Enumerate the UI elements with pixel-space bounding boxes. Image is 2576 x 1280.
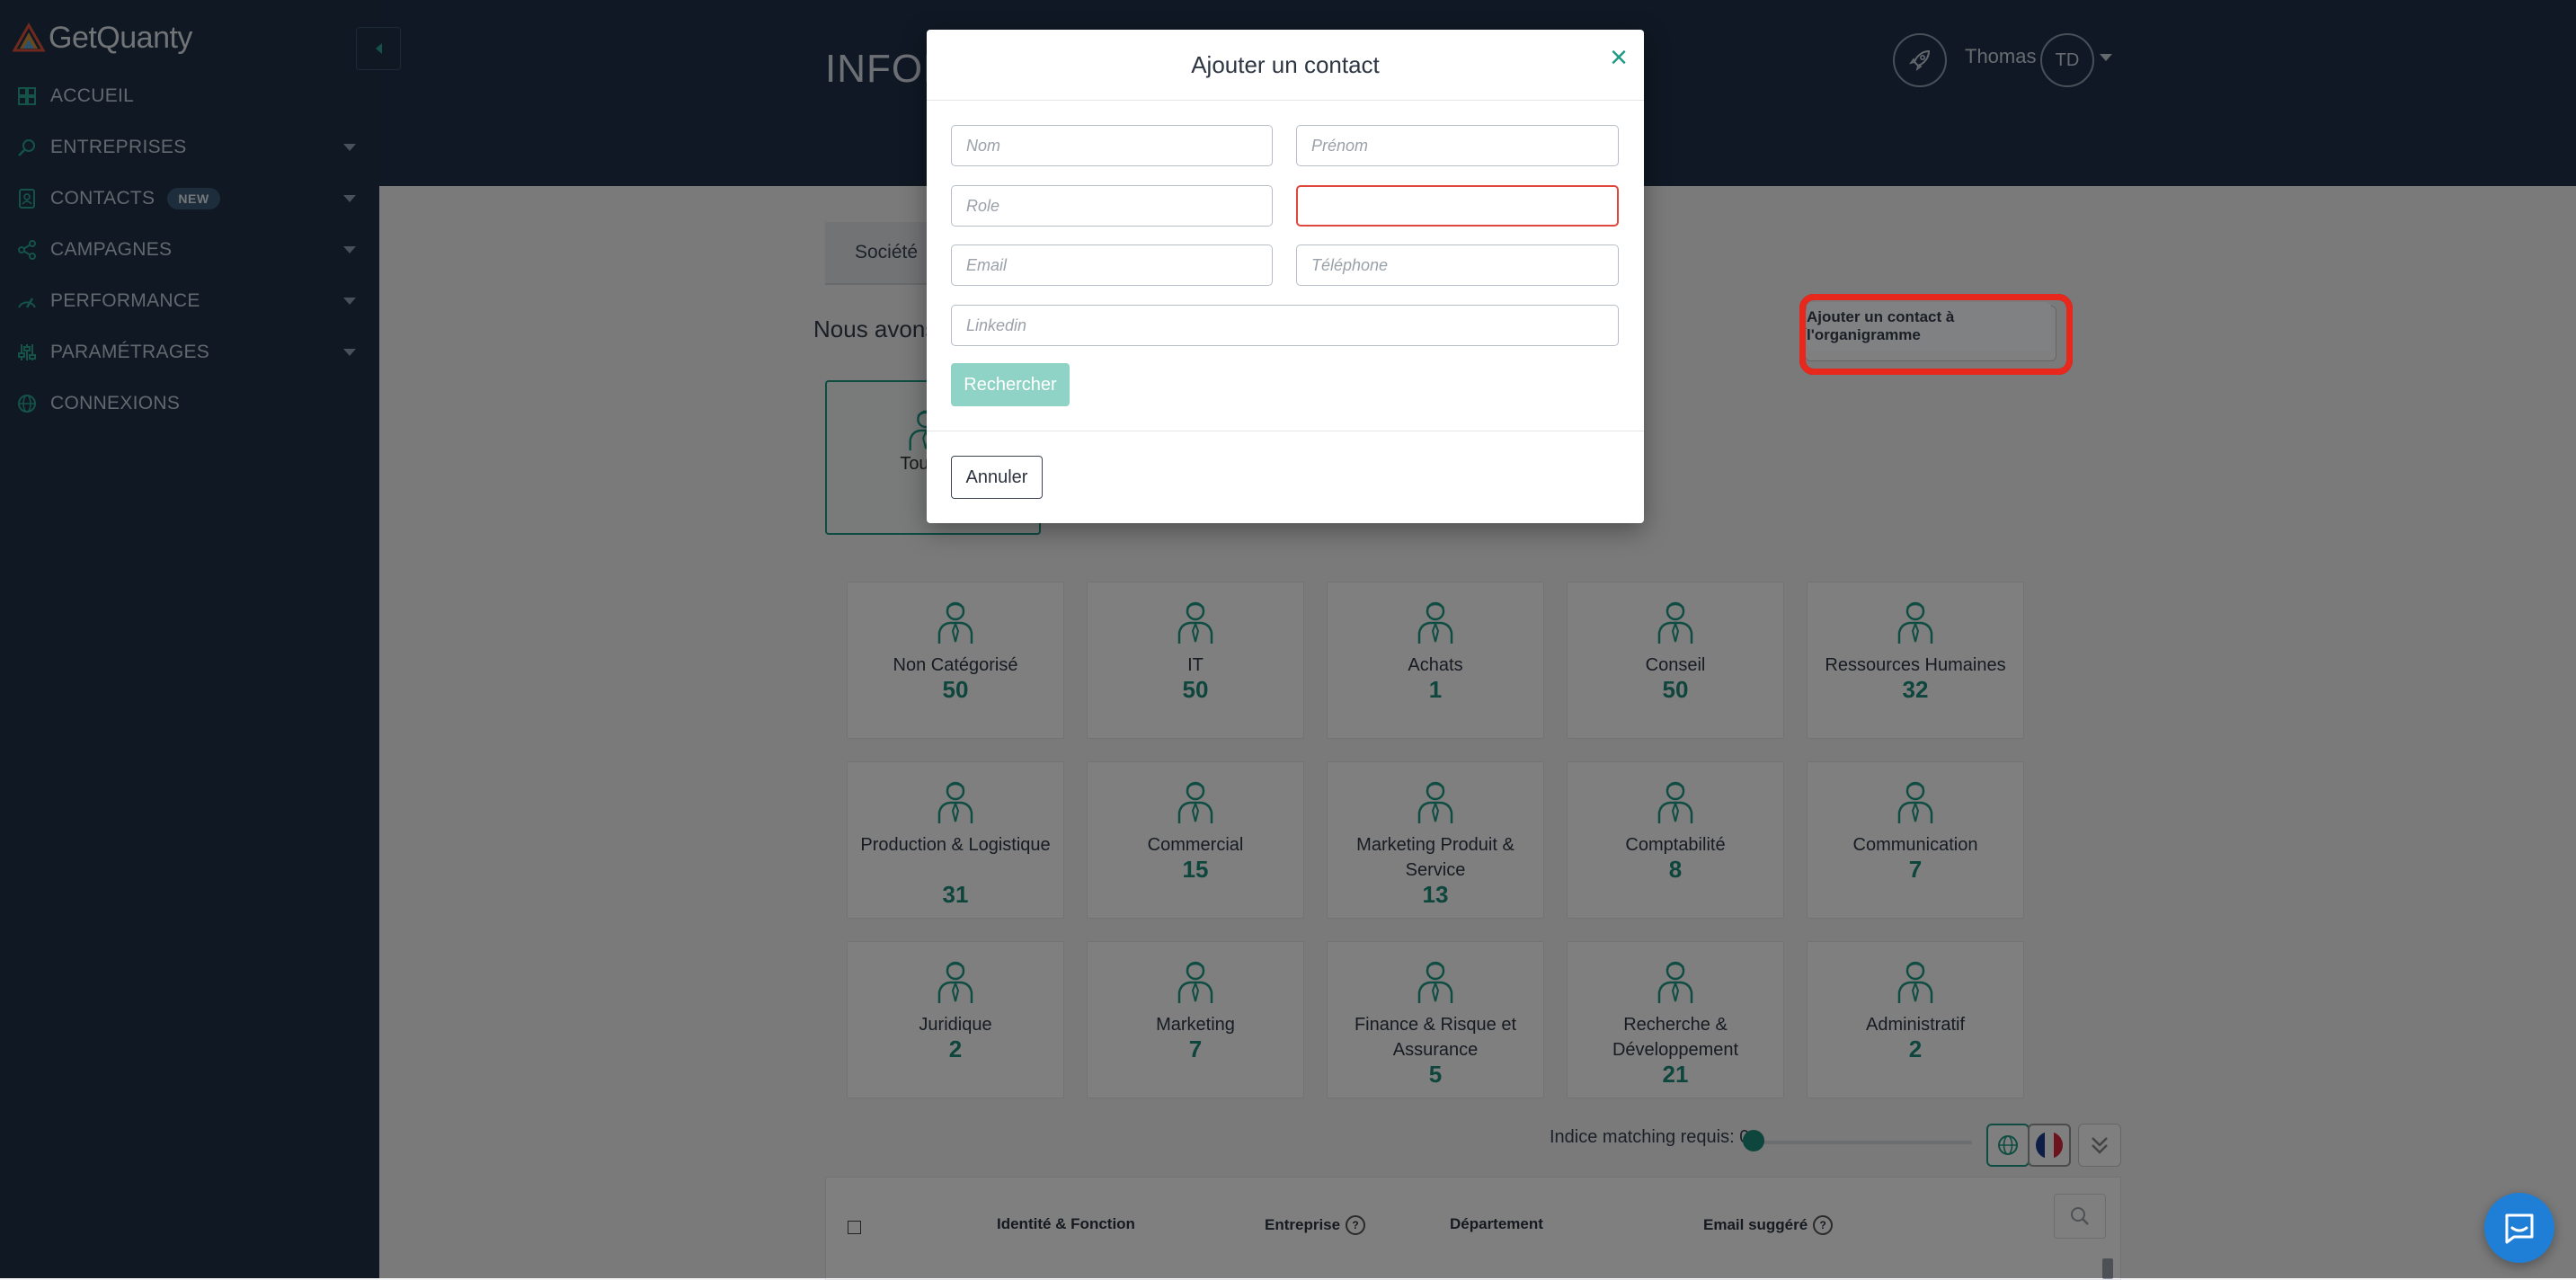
linkedin-field[interactable] bbox=[951, 305, 1619, 346]
prenom-field[interactable] bbox=[1296, 125, 1619, 166]
chat-icon bbox=[2505, 1213, 2534, 1244]
close-icon[interactable]: × bbox=[1610, 42, 1628, 73]
email-field[interactable] bbox=[951, 244, 1273, 286]
highlight-annotation-ring bbox=[1799, 294, 2073, 375]
telephone-field[interactable] bbox=[1296, 244, 1619, 286]
add-contact-modal: Ajouter un contact × Rechercher Annuler bbox=[927, 30, 1644, 523]
required-field-error[interactable] bbox=[1296, 185, 1619, 227]
role-field[interactable] bbox=[951, 185, 1273, 227]
nom-field[interactable] bbox=[951, 125, 1273, 166]
search-button[interactable]: Rechercher bbox=[951, 363, 1070, 406]
modal-title: Ajouter un contact bbox=[1191, 51, 1380, 78]
chat-support-button[interactable] bbox=[2484, 1193, 2554, 1263]
modal-header: Ajouter un contact × bbox=[927, 30, 1644, 101]
cancel-button[interactable]: Annuler bbox=[951, 456, 1043, 499]
